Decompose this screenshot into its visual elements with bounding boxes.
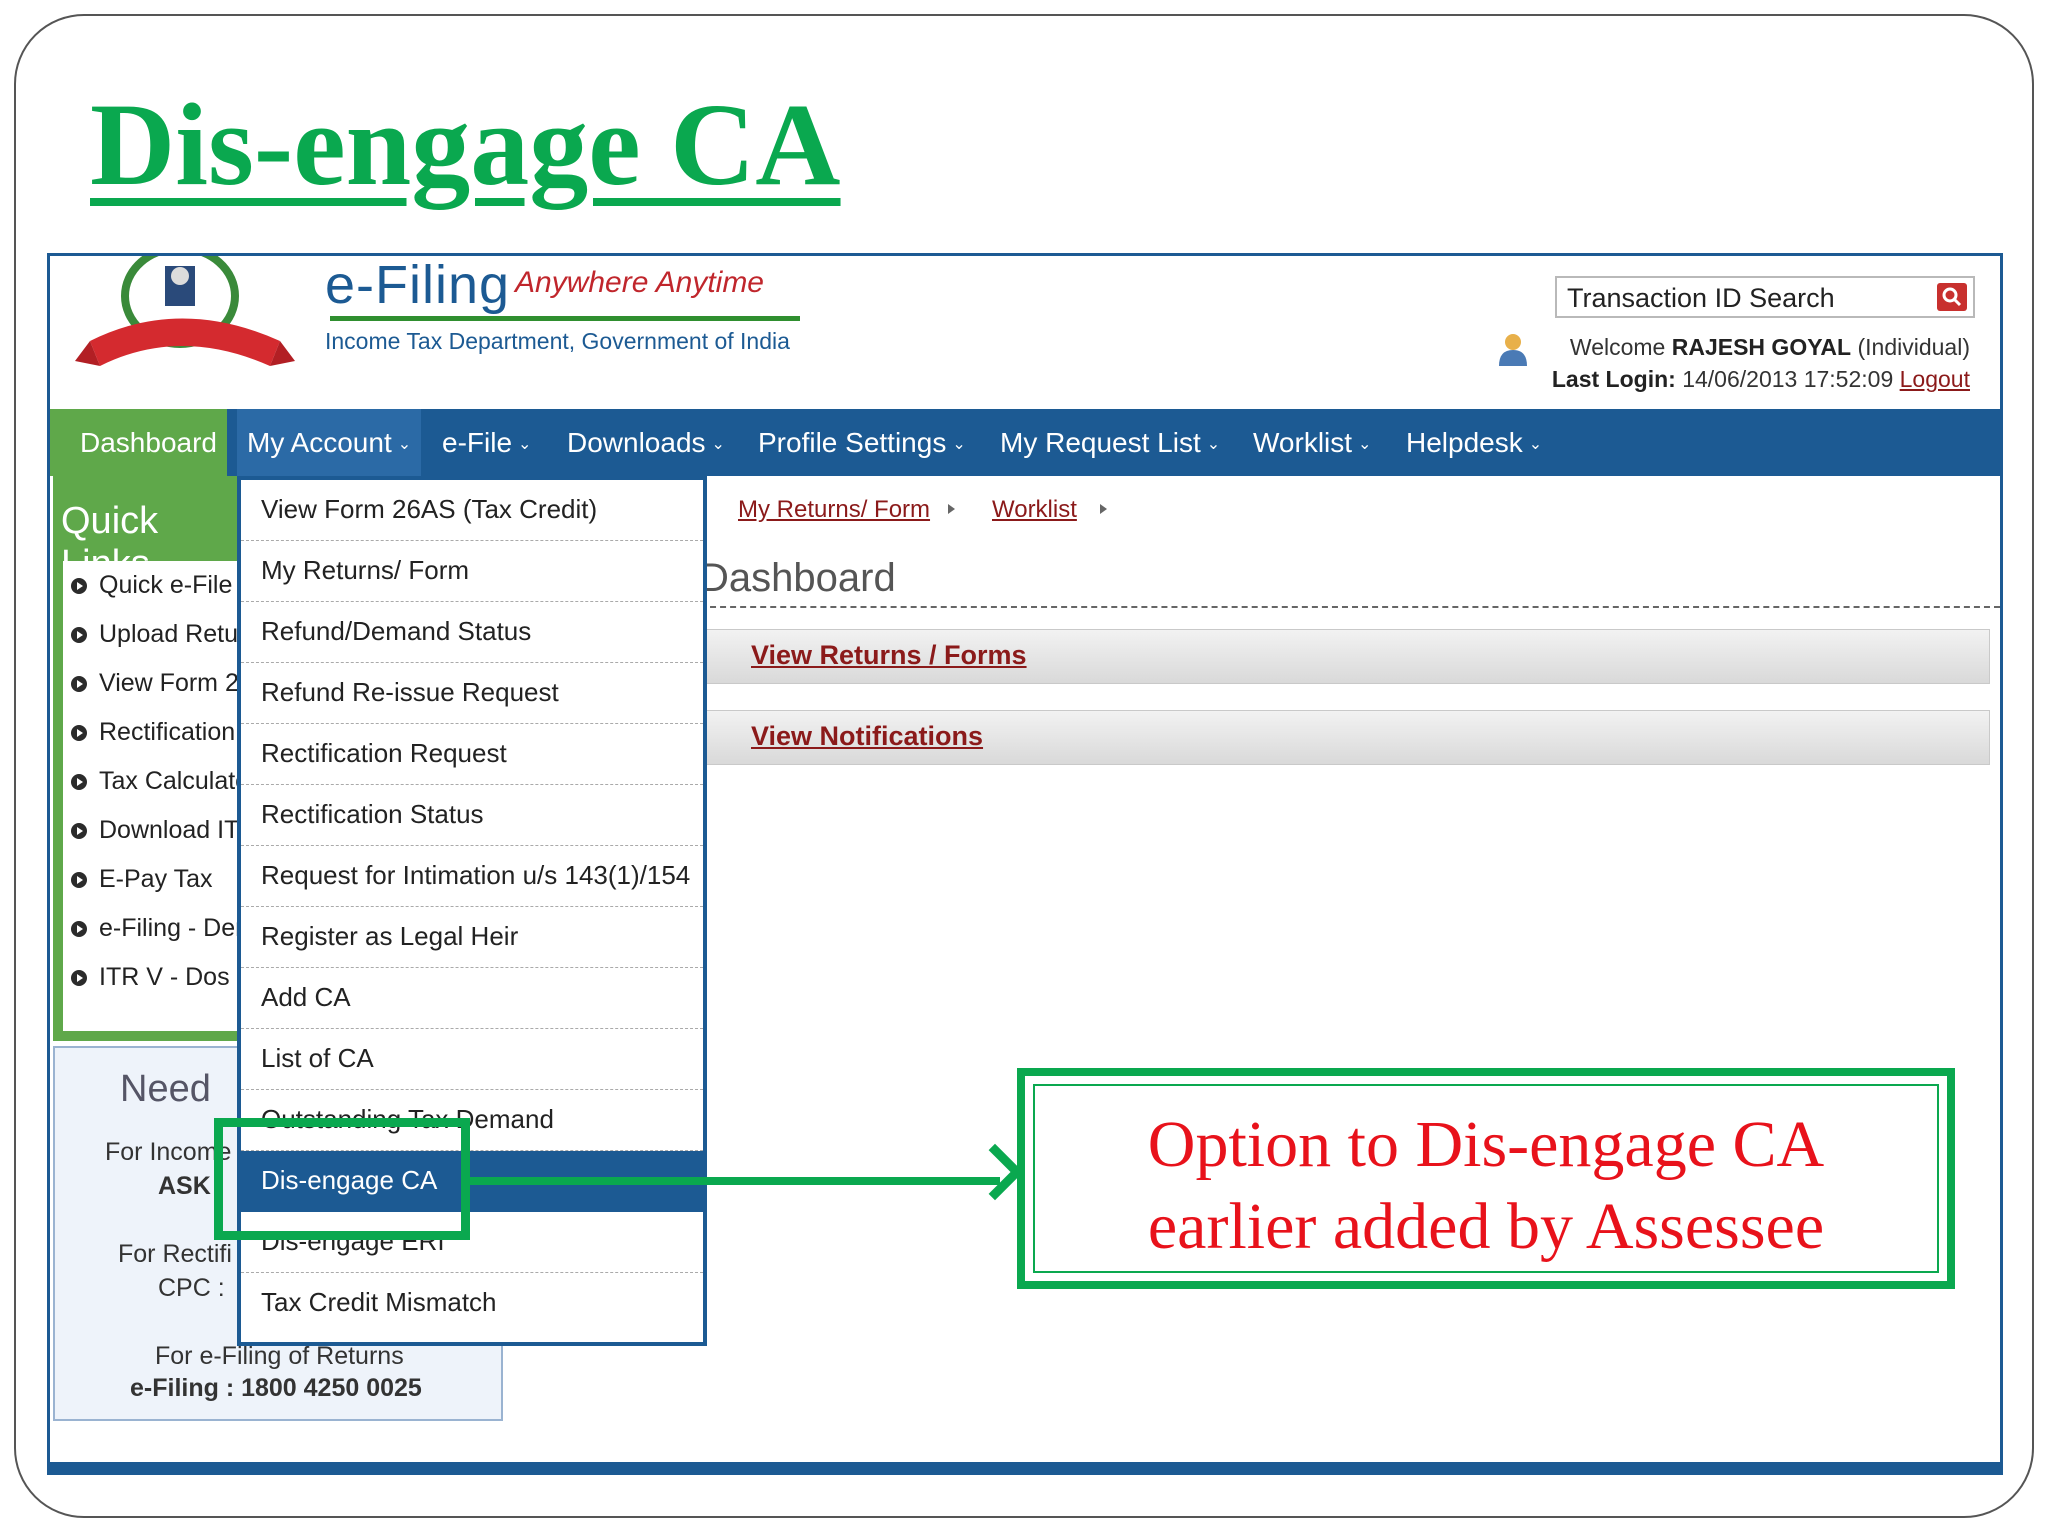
menu-item-refund-reissue[interactable]: Refund Re-issue Request: [241, 663, 703, 724]
footer-bar: [50, 1462, 2000, 1472]
quick-link-item[interactable]: Download ITR: [71, 816, 251, 845]
last-login-label: Last Login:: [1551, 366, 1676, 392]
user-icon: [1499, 334, 1527, 366]
menu-item-rectification-status[interactable]: Rectification Status: [241, 785, 703, 846]
welcome-prefix: Welcome: [1569, 334, 1666, 360]
quick-link-item[interactable]: e-Filing - Demo: [71, 914, 251, 943]
help-line: CPC :: [158, 1274, 225, 1302]
caret-down-icon: ⌄: [1528, 436, 1543, 454]
nav-helpdesk[interactable]: Helpdesk ⌄: [1406, 409, 1542, 476]
brand-title: e-Filing: [325, 255, 511, 315]
income-tax-logo: [75, 256, 295, 366]
transaction-search-input[interactable]: [1565, 281, 1929, 315]
brand-subtitle: Income Tax Department, Government of Ind…: [325, 328, 790, 354]
quick-link-item[interactable]: Tax Calculator: [71, 767, 251, 796]
help-phone: e-Filing : 1800 4250 0025: [130, 1374, 422, 1402]
caret-down-icon: ⌄: [952, 436, 966, 454]
logout-link[interactable]: Logout: [1900, 366, 1970, 392]
bullet-arrow-icon: [71, 725, 87, 741]
page-title: Dashboard: [700, 556, 896, 600]
quick-link-item[interactable]: View Form 26AS: [71, 669, 251, 698]
section-view-notifications-label: View Notifications: [751, 721, 984, 751]
caret-down-icon: ⌄: [1206, 436, 1221, 454]
last-login: Last Login: 14/06/2013 17:52:09 Logout: [1552, 366, 1970, 393]
bullet-arrow-icon: [71, 627, 87, 643]
caret-down-icon: ⌄: [518, 436, 532, 454]
nav-efile[interactable]: e-File ⌄: [442, 409, 531, 476]
bullet-arrow-icon: [71, 872, 87, 888]
nav-worklist[interactable]: Worklist ⌄: [1253, 409, 1371, 476]
user-name: RAJESH GOYAL: [1671, 334, 1852, 360]
menu-item-request-intimation[interactable]: Request for Intimation u/s 143(1)/154: [241, 846, 703, 907]
need-help-heading: Need: [120, 1068, 211, 1110]
breadcrumb-arrow-icon: [1100, 504, 1107, 514]
nav-my-account-label: My Account: [247, 427, 392, 458]
menu-item-add-ca[interactable]: Add CA: [241, 968, 703, 1029]
transaction-search-box: [1555, 276, 1975, 318]
section-view-returns[interactable]: View Returns / Forms: [700, 629, 1990, 684]
callout-line-2: earlier added by Assessee: [1147, 1190, 1825, 1263]
section-view-notifications[interactable]: View Notifications: [700, 710, 1990, 765]
nav-downloads-label: Downloads: [567, 427, 706, 458]
menu-item-my-returns[interactable]: My Returns/ Form: [241, 541, 703, 602]
highlight-box: [214, 1118, 470, 1240]
quick-link-item[interactable]: Upload Return: [71, 620, 251, 649]
caret-down-icon: ⌄: [397, 436, 412, 454]
quick-link-item[interactable]: ITR V - Dos: [71, 963, 251, 992]
breadcrumb-worklist[interactable]: Worklist: [992, 496, 1077, 524]
efiling-screenshot: e-Filing Anywhere Anytime Income Tax Dep…: [47, 253, 2003, 1475]
help-line: For Rectifi: [118, 1240, 232, 1268]
bullet-arrow-icon: [71, 823, 87, 839]
menu-item-view-form-26as[interactable]: View Form 26AS (Tax Credit): [241, 480, 703, 541]
caret-down-icon: ⌄: [1358, 436, 1372, 454]
nav-my-request-list[interactable]: My Request List ⌄: [1000, 409, 1220, 476]
callout-arrow-line: [470, 1177, 1000, 1185]
brand-divider: [330, 316, 800, 321]
callout-line-1: Option to Dis-engage CA: [1147, 1108, 1825, 1181]
help-line: For e-Filing of Returns: [155, 1342, 404, 1370]
bullet-arrow-icon: [71, 774, 87, 790]
quick-link-item[interactable]: E-Pay Tax: [71, 865, 251, 894]
quick-links-list: Quick e-File Upload Return View Form 26A…: [63, 561, 253, 1031]
nav-profile-settings[interactable]: Profile Settings ⌄: [758, 409, 966, 476]
nav-my-request-list-label: My Request List: [1000, 427, 1201, 458]
menu-item-rectification-request[interactable]: Rectification Request: [241, 724, 703, 785]
menu-item-refund-demand-status[interactable]: Refund/Demand Status: [241, 602, 703, 663]
menu-item-list-of-ca[interactable]: List of CA: [241, 1029, 703, 1090]
brand-tagline: Anywhere Anytime: [515, 266, 764, 299]
quick-link-item[interactable]: Rectification: [71, 718, 251, 747]
main-nav: Dashboard My Account ⌄ e-File ⌄ Downloads ⌄…: [50, 409, 2000, 476]
breadcrumb-my-returns[interactable]: My Returns/ Form: [738, 496, 930, 524]
callout-text: Option to Dis-engage CA earlier added by…: [1025, 1104, 1947, 1268]
bullet-arrow-icon: [71, 921, 87, 937]
search-icon: [1942, 287, 1962, 307]
nav-dashboard[interactable]: Dashboard: [50, 409, 227, 476]
caret-down-icon: ⌄: [711, 436, 725, 454]
nav-worklist-label: Worklist: [1253, 427, 1353, 458]
nav-helpdesk-label: Helpdesk: [1406, 427, 1523, 458]
help-line: For Income: [105, 1138, 232, 1166]
bullet-arrow-icon: [71, 676, 87, 692]
section-view-returns-label: View Returns / Forms: [751, 640, 1027, 670]
last-login-value: 14/06/2013 17:52:09: [1682, 366, 1894, 392]
callout-box: Option to Dis-engage CA earlier added by…: [1017, 1068, 1955, 1289]
menu-item-tax-credit-mismatch[interactable]: Tax Credit Mismatch: [241, 1273, 703, 1334]
bullet-arrow-icon: [71, 578, 87, 594]
heading-divider: [700, 606, 2000, 608]
welcome-text: Welcome RAJESH GOYAL (Individual): [1570, 334, 1970, 361]
nav-profile-settings-label: Profile Settings: [758, 427, 947, 458]
nav-my-account[interactable]: My Account ⌄: [237, 409, 422, 476]
quick-link-item[interactable]: Quick e-File: [71, 571, 251, 600]
search-button[interactable]: [1937, 283, 1967, 311]
menu-item-register-legal-heir[interactable]: Register as Legal Heir: [241, 907, 703, 968]
bullet-arrow-icon: [71, 970, 87, 986]
help-line: ASK: [158, 1172, 211, 1200]
user-type: (Individual): [1857, 334, 1971, 360]
slide-title: Dis-engage CA: [90, 79, 841, 210]
breadcrumb-arrow-icon: [948, 504, 955, 514]
nav-downloads[interactable]: Downloads ⌄: [567, 409, 725, 476]
quick-links-panel: Quick Links Quick e-File Upload Return V…: [53, 476, 253, 1041]
nav-efile-label: e-File: [442, 427, 513, 458]
